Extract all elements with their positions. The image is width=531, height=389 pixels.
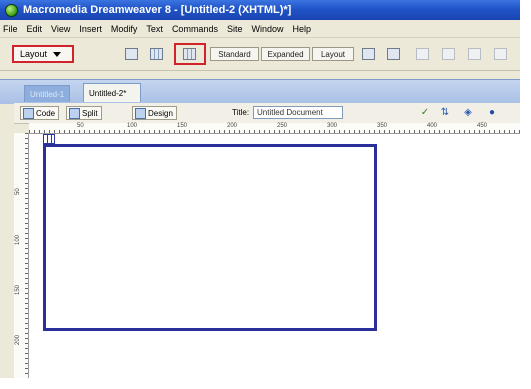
ruler-tick: 150 <box>177 123 188 129</box>
torn-edge-bottom <box>0 378 531 389</box>
design-view-label: Design <box>148 108 173 118</box>
document-toolbar: Code Split Design Title: Untitled Docume… <box>14 103 520 124</box>
design-view-button[interactable]: Design <box>132 106 177 120</box>
refresh-icon[interactable]: ● <box>486 107 498 119</box>
code-icon <box>23 107 34 119</box>
menu-site[interactable]: Site <box>227 24 243 34</box>
ruler-tick: 300 <box>327 123 338 129</box>
ruler-tick: 250 <box>277 123 288 129</box>
title-bar: Macromedia Dreamweaver 8 - [Untitled-2 (… <box>0 0 520 20</box>
layout-mode-button[interactable]: Layout <box>312 47 354 61</box>
file-management-icon[interactable]: ⇅ <box>439 107 451 119</box>
insert-category-dropdown[interactable]: Layout <box>12 45 74 63</box>
split-view-label: Split <box>82 108 98 118</box>
ruler-tick: 50 <box>77 123 84 129</box>
menu-text[interactable]: Text <box>146 24 163 34</box>
menu-commands[interactable]: Commands <box>172 24 218 34</box>
ruler-tick: 150 <box>15 284 21 295</box>
ruler-tick: 200 <box>227 123 238 129</box>
vertical-ruler: 50 100 150 200 <box>14 133 29 382</box>
draw-layout-table-icon[interactable] <box>387 48 400 60</box>
ruler-tick: 100 <box>127 123 138 129</box>
horizontal-ruler: 50 100 150 200 250 300 350 400 450 <box>29 123 520 134</box>
window-title: Macromedia Dreamweaver 8 - [Untitled-2 (… <box>23 4 292 16</box>
tabular-data-icon[interactable] <box>494 48 507 60</box>
dreamweaver-app-icon <box>5 3 18 17</box>
design-icon <box>135 107 146 119</box>
ruler-tick: 100 <box>15 234 21 245</box>
frames-icon[interactable] <box>468 48 481 60</box>
standard-mode-button[interactable]: Standard <box>210 47 259 61</box>
menu-file[interactable]: File <box>3 24 18 34</box>
document-title-label: Title: <box>232 108 250 117</box>
menu-view[interactable]: View <box>51 24 70 34</box>
split-icon <box>69 107 80 119</box>
tab-untitled-2[interactable]: Untitled-2* <box>83 83 141 102</box>
table-header-icon[interactable] <box>43 134 55 144</box>
menu-bar: File Edit View Insert Modify Text Comman… <box>0 20 520 38</box>
ruler-tick: 400 <box>427 123 438 129</box>
menu-help[interactable]: Help <box>292 24 311 34</box>
ruler-tick: 50 <box>15 188 21 195</box>
torn-edge-right <box>520 0 531 389</box>
browser-check-icon[interactable]: ✓ <box>419 107 431 119</box>
design-canvas[interactable] <box>29 134 520 382</box>
dreamweaver-window: Macromedia Dreamweaver 8 - [Untitled-2 (… <box>0 0 520 382</box>
code-view-button[interactable]: Code <box>20 106 60 120</box>
insert-category-label: Layout <box>20 49 48 59</box>
layout-table[interactable] <box>43 144 377 331</box>
chevron-down-icon <box>53 51 62 57</box>
tab-untitled-1[interactable]: Untitled-1 <box>24 85 71 102</box>
insert-bar: Layout Standard Expanded Layout <box>0 38 520 71</box>
menu-edit[interactable]: Edit <box>27 24 43 34</box>
document-area: Untitled-1 Untitled-2* Code Split Design… <box>0 71 520 382</box>
draw-layout-cell-icon[interactable] <box>362 48 375 60</box>
table-icon[interactable] <box>125 48 138 60</box>
split-view-button[interactable]: Split <box>66 106 102 120</box>
insert-row-icon[interactable] <box>416 48 429 60</box>
document-title-input[interactable]: Untitled Document <box>253 106 343 119</box>
ruler-tick: 200 <box>15 334 21 345</box>
menu-modify[interactable]: Modify <box>111 24 138 34</box>
preview-icon[interactable]: ◈ <box>462 107 474 119</box>
layer-icon[interactable] <box>150 48 163 60</box>
code-view-label: Code <box>36 108 56 118</box>
document-tabs: Untitled-1 Untitled-2* <box>0 79 520 104</box>
menu-insert[interactable]: Insert <box>79 24 102 34</box>
ruler-tick: 350 <box>377 123 388 129</box>
menu-window[interactable]: Window <box>251 24 283 34</box>
layout-table-highlight <box>174 43 206 65</box>
insert-column-icon[interactable] <box>442 48 455 60</box>
ruler-tick: 450 <box>477 123 488 129</box>
expanded-mode-button[interactable]: Expanded <box>261 47 310 61</box>
